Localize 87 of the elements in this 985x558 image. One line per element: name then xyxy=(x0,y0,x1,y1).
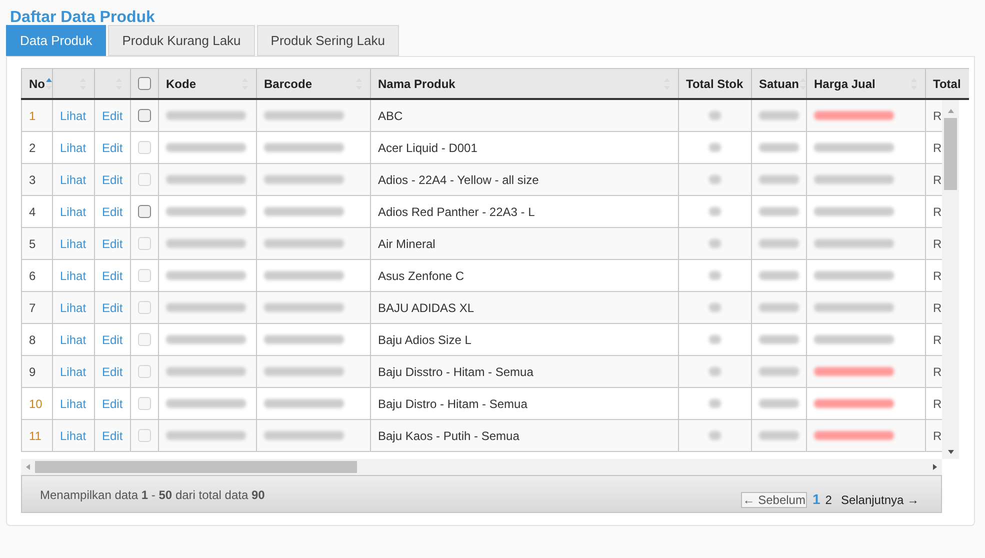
table-cell-text: R xyxy=(933,332,942,348)
summary-text: Menampilkan data 1 - 50 dari total data 90 xyxy=(40,487,265,504)
view-link[interactable]: Lihat xyxy=(60,106,86,124)
row-number: 3 xyxy=(29,172,36,188)
blurred-value xyxy=(759,271,799,280)
checkbox[interactable] xyxy=(138,77,151,90)
blurred-value xyxy=(709,143,721,152)
blurred-value xyxy=(709,207,721,216)
table-cell-text: R xyxy=(933,172,942,188)
row-number: 8 xyxy=(29,332,36,348)
column-header[interactable]: Barcode xyxy=(256,69,370,98)
row-number: 4 xyxy=(29,204,36,220)
blurred-value xyxy=(759,303,799,312)
column-header[interactable]: Kode xyxy=(158,69,256,98)
row-number: 11 xyxy=(29,428,42,444)
column-header[interactable]: Total Stok xyxy=(678,69,751,98)
horizontal-scrollbar[interactable] xyxy=(21,459,942,475)
scrollbar-thumb[interactable] xyxy=(944,118,957,190)
blurred-value xyxy=(759,143,799,152)
row-number: 6 xyxy=(29,268,36,284)
column-header[interactable]: Satuan xyxy=(751,69,806,98)
blurred-value xyxy=(709,335,721,344)
product-name: Adios Red Panther - 22A3 - L xyxy=(378,204,535,220)
page-title: Daftar Data Produk xyxy=(10,8,156,28)
blurred-value xyxy=(709,271,721,280)
table-cell-text: R xyxy=(933,428,942,444)
product-name: Baju Kaos - Putih - Semua xyxy=(378,428,520,444)
checkbox[interactable] xyxy=(138,205,151,218)
column-header[interactable]: Nama Produk xyxy=(370,69,678,98)
scroll-down-icon[interactable] xyxy=(946,449,954,455)
blurred-value xyxy=(709,175,721,184)
edit-link[interactable]: Edit xyxy=(102,202,123,220)
blurred-value xyxy=(709,239,721,248)
table-cell-text: R xyxy=(933,204,942,220)
row-number: 9 xyxy=(29,364,36,380)
scrollbar-thumb[interactable] xyxy=(35,461,357,473)
previous-button[interactable]: ← Sebelum xyxy=(740,492,808,508)
table-cell-text: R xyxy=(933,236,942,252)
blurred-value xyxy=(759,239,799,248)
blurred-value xyxy=(759,431,799,440)
product-name: Acer Liquid - D001 xyxy=(378,140,478,156)
blurred-value xyxy=(759,207,799,216)
next-button[interactable]: Selanjutnya → xyxy=(840,490,919,508)
blurred-value xyxy=(759,175,799,184)
row-number: 5 xyxy=(29,236,36,252)
product-name: Adios - 22A4 - Yellow - all size xyxy=(378,172,539,188)
tab[interactable]: Produk Sering Laku xyxy=(256,25,399,56)
blurred-value xyxy=(759,335,799,344)
product-name: Baju Disstro - Hitam - Semua xyxy=(378,364,534,380)
checkbox[interactable] xyxy=(138,109,151,122)
blurred-value xyxy=(759,399,799,408)
vertical-scrollbar[interactable] xyxy=(942,100,959,459)
product-name: Baju Distro - Hitam - Semua xyxy=(378,396,528,412)
blurred-value xyxy=(759,367,799,376)
table-cell-text: R xyxy=(933,140,942,156)
scroll-up-icon[interactable] xyxy=(946,108,954,114)
column-header[interactable]: Harga Jual xyxy=(806,69,925,98)
blurred-value xyxy=(709,303,721,312)
product-name: BAJU ADIDAS XL xyxy=(378,300,474,316)
scroll-left-icon[interactable] xyxy=(25,463,31,471)
tab[interactable]: Produk Kurang Laku xyxy=(108,25,255,56)
blurred-value xyxy=(759,111,799,120)
product-name: Air Mineral xyxy=(378,236,436,252)
row-number: 10 xyxy=(29,396,42,412)
page-link[interactable]: 1 xyxy=(812,489,820,510)
table-cell-text: R xyxy=(933,108,942,124)
table-cell-text: R xyxy=(933,396,942,412)
view-link[interactable]: Lihat xyxy=(60,202,86,220)
product-name: Asus Zenfone C xyxy=(378,268,464,284)
table-cell-text: R xyxy=(933,364,942,380)
page-link[interactable]: 2 xyxy=(825,490,832,508)
scroll-right-icon[interactable] xyxy=(932,463,938,471)
product-name: ABC xyxy=(378,108,403,124)
product-name: Baju Adios Size L xyxy=(378,332,472,348)
column-header[interactable]: Total xyxy=(925,69,969,98)
table-cell-text: R xyxy=(933,268,942,284)
table-cell-text: R xyxy=(933,300,942,316)
blurred-value xyxy=(709,111,721,120)
row-number: 2 xyxy=(29,140,36,156)
column-header[interactable]: No xyxy=(21,69,52,98)
blurred-value xyxy=(709,431,721,440)
row-number: 1 xyxy=(29,108,36,124)
edit-link[interactable]: Edit xyxy=(102,106,123,124)
tab[interactable]: Data Produk xyxy=(6,25,106,56)
blurred-value xyxy=(709,399,721,408)
blurred-value xyxy=(709,367,721,376)
row-number: 7 xyxy=(29,300,36,316)
